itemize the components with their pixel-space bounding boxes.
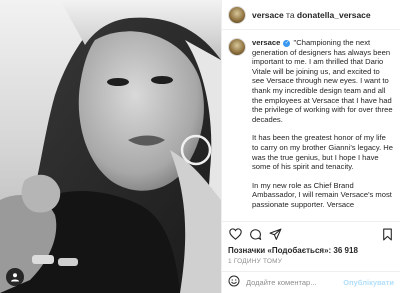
action-icons [228,226,394,242]
account-avatar[interactable] [228,5,246,24]
account-username[interactable]: versace [252,10,284,20]
caption-paragraph: versace ✓ "Championing the next generati… [252,38,394,124]
verified-badge-icon: ✓ [283,39,291,47]
post-authors: versace та donatella_versace [252,10,371,20]
caption-paragraph: In my new role as Chief Brand Ambassador… [252,180,392,209]
comments-area[interactable]: versace ✓ "Championing the next generati… [222,30,400,221]
paper-plane-icon[interactable] [268,227,282,241]
caption-username[interactable]: versace [252,38,280,47]
comment-bubble-icon[interactable] [248,227,262,241]
caption-paragraph-text: "Championing the next generation of desi… [252,38,393,124]
post-caption: versace ✓ "Championing the next generati… [228,38,394,219]
post-header: versace та donatella_versace [222,0,400,30]
caption-text: versace ✓ "Championing the next generati… [252,38,394,219]
heart-icon[interactable] [228,227,242,241]
post-sidebar: versace та donatella_versace versace ✓ "… [221,0,400,293]
authors-connector: та [283,9,297,20]
user-tag-icon[interactable] [6,268,24,286]
collaborator-username[interactable]: donatella_versace [297,10,371,20]
publish-button[interactable]: Опублікувати [343,278,394,287]
smiley-icon[interactable] [228,274,240,292]
instagram-post: versace та donatella_versace versace ✓ "… [0,0,400,293]
post-actions: Позначки «Подобається»: 36 918 1 ГОДИНУ … [222,221,400,265]
portrait-photo [0,0,221,293]
add-comment-bar: Опублікувати [222,271,400,293]
post-timestamp[interactable]: 1 ГОДИНУ ТОМУ [228,258,394,265]
likes-count[interactable]: Позначки «Подобається»: 36 918 [228,246,394,255]
bookmark-icon[interactable] [380,227,394,241]
post-photo[interactable] [0,0,221,293]
comment-input[interactable] [246,278,344,287]
caption-avatar[interactable] [228,38,246,56]
caption-paragraph: It has been the greatest honor of my lif… [252,133,394,172]
